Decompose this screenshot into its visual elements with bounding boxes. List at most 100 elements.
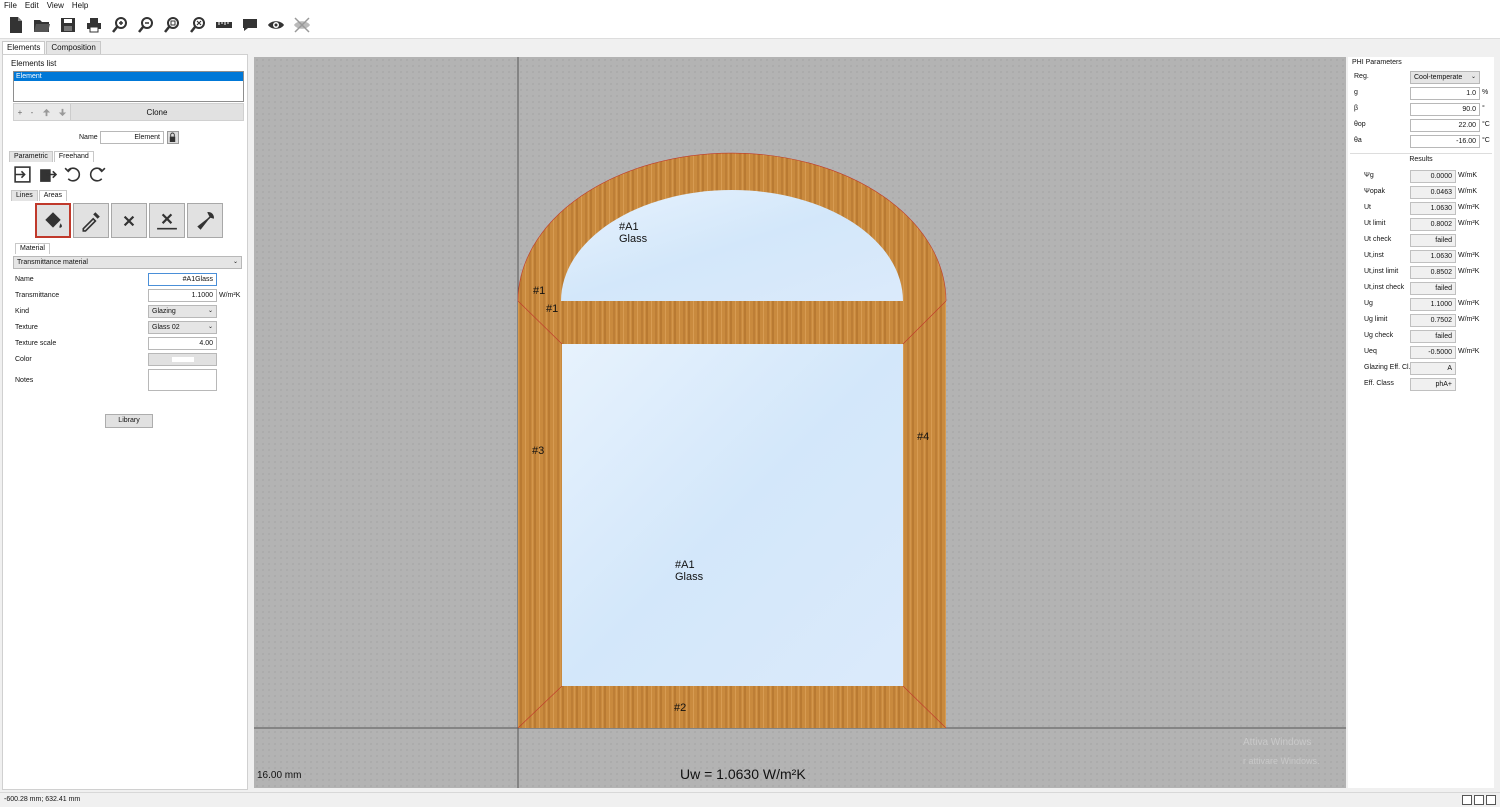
export-icon[interactable] — [38, 165, 58, 186]
result-value: 1.1000 — [1410, 298, 1456, 311]
chevron-down-icon: ⌄ — [207, 324, 213, 330]
redo-icon[interactable] — [88, 165, 107, 186]
tab-lines[interactable]: Lines — [11, 190, 38, 201]
result-label: Ut limit — [1364, 220, 1386, 227]
move-up-icon[interactable] — [38, 104, 54, 120]
list-item[interactable]: Element — [14, 72, 243, 81]
zoom-out-icon[interactable] — [134, 13, 158, 37]
tab-freehand[interactable]: Freehand — [53, 151, 94, 162]
tab-material[interactable]: Material — [15, 243, 50, 254]
frame-label-1b: #1 — [546, 303, 559, 315]
status-icons — [1462, 795, 1496, 805]
clear-all-icon[interactable] — [149, 203, 185, 238]
name-label: Name — [79, 134, 98, 141]
menu-view[interactable]: View — [43, 0, 68, 12]
move-down-icon[interactable] — [54, 104, 70, 120]
save-icon[interactable] — [56, 13, 80, 37]
draw-tabs: Lines Areas — [11, 190, 68, 201]
region-select[interactable]: Cool-temperate ⌄ — [1410, 71, 1480, 84]
main-glass-pane[interactable] — [562, 344, 903, 686]
result-value: 0.8002 — [1410, 218, 1456, 231]
result-value: failed — [1410, 282, 1456, 295]
phi-param-value: 1.0 — [1466, 90, 1476, 97]
transmittance-unit: W/m²K — [219, 292, 241, 299]
result-label: Ut — [1364, 204, 1371, 211]
texture-scale-field[interactable]: 4.00 — [148, 337, 217, 350]
elements-list[interactable]: Element — [13, 71, 244, 102]
freehand-tools — [13, 165, 107, 186]
clone-button[interactable]: Clone — [70, 104, 243, 120]
phi-param-field[interactable]: 22.00 — [1410, 119, 1480, 132]
notes-field[interactable] — [148, 369, 217, 391]
lock-icon[interactable] — [167, 131, 179, 144]
comment-icon[interactable] — [238, 13, 262, 37]
open-folder-icon[interactable] — [30, 13, 54, 37]
result-unit: W/m²K — [1458, 348, 1480, 355]
material-name-field[interactable]: #A1Glass — [148, 273, 217, 286]
paint-bucket-icon[interactable] — [35, 203, 71, 238]
menu-help[interactable]: Help — [68, 0, 92, 12]
clear-icon[interactable] — [111, 203, 147, 238]
phi-param-field[interactable]: 90.0 — [1410, 103, 1480, 116]
result-value: failed — [1410, 330, 1456, 343]
result-label: Ug — [1364, 300, 1373, 307]
print-icon[interactable] — [82, 13, 106, 37]
frame-label-2: #2 — [674, 702, 687, 714]
transmittance-field[interactable]: 1.1000 — [148, 289, 217, 302]
zoom-reset-icon[interactable] — [186, 13, 210, 37]
main-glass-label: #A1 Glass — [675, 559, 703, 583]
phi-title: PHI Parameters — [1352, 59, 1402, 66]
result-value: phA+ — [1410, 378, 1456, 391]
phi-param-field[interactable]: 1.0 — [1410, 87, 1480, 100]
status-bar: -600.28 mm; 632.41 mm — [0, 792, 1500, 807]
tab-composition[interactable]: Composition — [46, 41, 101, 54]
result-value: -0.5000 — [1410, 346, 1456, 359]
tab-areas[interactable]: Areas — [38, 190, 68, 201]
tab-parametric[interactable]: Parametric — [9, 151, 53, 162]
hide-icon[interactable] — [290, 13, 314, 37]
right-panel: PHI Parameters Reg. Cool-temperate ⌄ g 1.0% β… — [1348, 57, 1494, 788]
zoom-in-icon[interactable] — [108, 13, 132, 37]
remove-element-button[interactable]: - — [26, 104, 38, 120]
grid-icon[interactable] — [1462, 795, 1472, 805]
library-button[interactable]: Library — [105, 414, 153, 428]
drawing-canvas[interactable]: #A1 Glass #A1 Glass #1 #1 #3 #4 #2 16.00… — [254, 57, 1346, 788]
result-unit: W/m²K — [1458, 252, 1480, 259]
chevron-down-icon: ⌄ — [1470, 74, 1476, 80]
zoom-fit-icon[interactable] — [160, 13, 184, 37]
menu-edit[interactable]: Edit — [21, 0, 43, 12]
new-file-icon[interactable] — [4, 13, 28, 37]
notes-label: Notes — [15, 377, 34, 384]
element-name-field[interactable]: Element — [100, 131, 164, 144]
wrench-icon[interactable] — [187, 203, 223, 238]
menu-bar: File Edit View Help — [0, 0, 1500, 12]
tab-elements[interactable]: Elements — [2, 41, 46, 54]
phi-param-unit: °C — [1482, 137, 1490, 144]
result-value: 0.0463 — [1410, 186, 1456, 199]
menu-file[interactable]: File — [0, 0, 21, 12]
texture-select[interactable]: Glass 02 ⌄ — [148, 321, 217, 334]
add-element-button[interactable]: + — [14, 104, 26, 120]
frame-label-4: #4 — [917, 431, 930, 443]
activation-watermark-sub: r attivare Windows. — [1243, 756, 1320, 766]
result-value: 0.0000 — [1410, 170, 1456, 183]
kind-select[interactable]: Glazing ⌄ — [148, 305, 217, 318]
color-button[interactable] — [148, 353, 217, 366]
import-icon[interactable] — [13, 165, 32, 186]
transom-bar[interactable] — [518, 301, 946, 344]
result-unit: W/mK — [1458, 188, 1478, 195]
crosshair-icon[interactable] — [1486, 795, 1496, 805]
results-title: Results — [1409, 156, 1433, 163]
arch-glass-label: #A1 Glass — [619, 221, 647, 245]
phi-param-field[interactable]: -16.00 — [1410, 135, 1480, 148]
ruler-icon[interactable] — [212, 13, 236, 37]
snap-icon[interactable] — [1474, 795, 1484, 805]
material-type-select[interactable]: Transmittance material ⌄ — [13, 256, 242, 269]
undo-icon[interactable] — [63, 165, 82, 186]
kind-value: Glazing — [152, 308, 176, 315]
result-unit: W/m²K — [1458, 204, 1480, 211]
eye-icon[interactable] — [264, 13, 288, 37]
glass-name: Glass — [675, 571, 704, 583]
eyedropper-icon[interactable] — [73, 203, 109, 238]
result-label: Ug check — [1364, 332, 1394, 339]
